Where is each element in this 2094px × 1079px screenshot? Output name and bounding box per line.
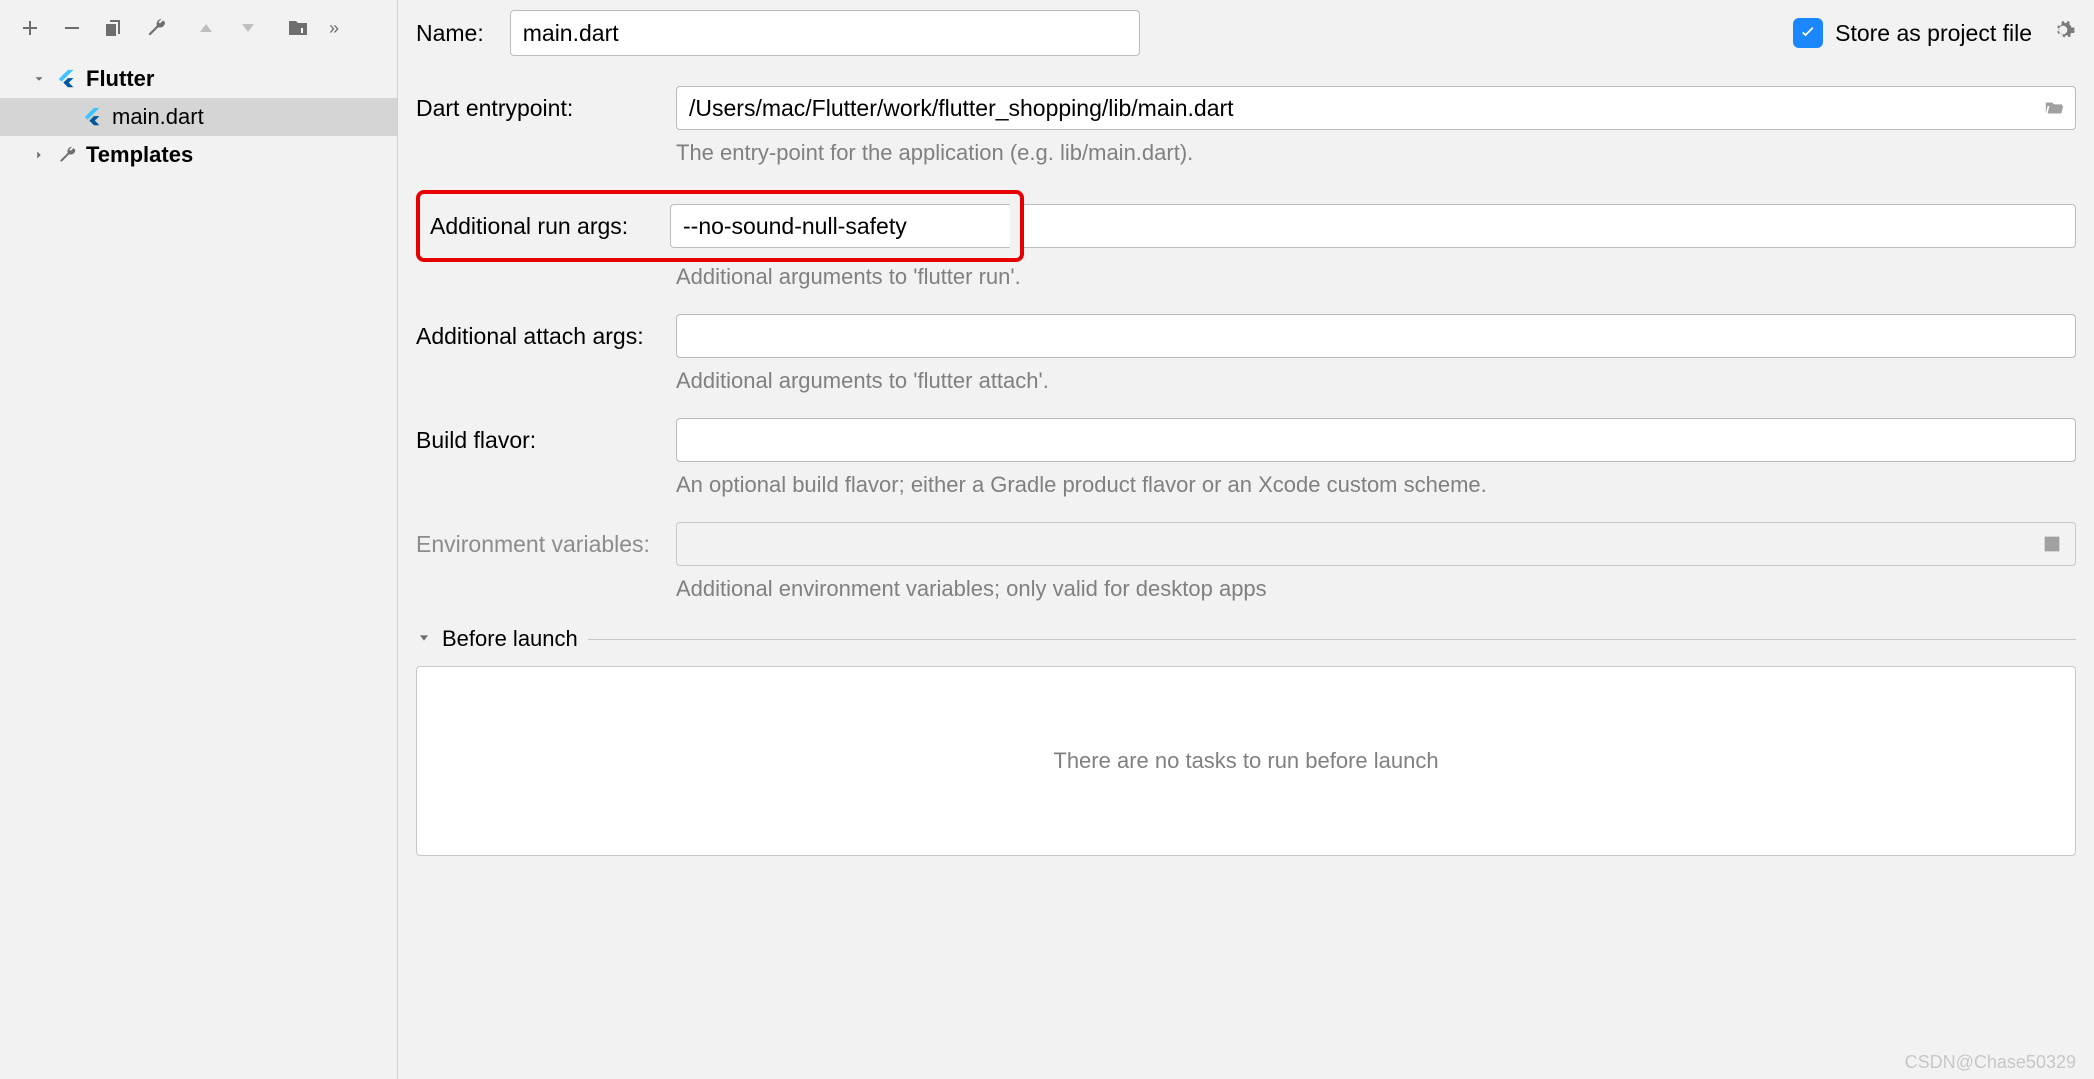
sidebar: » Flutter main.dart xyxy=(0,0,398,1079)
env-label: Environment variables: xyxy=(416,531,656,558)
tree-item-templates[interactable]: Templates xyxy=(0,136,397,174)
env-hint: Additional environment variables; only v… xyxy=(676,576,2076,602)
run-args-hint: Additional arguments to 'flutter run'. xyxy=(676,264,2076,290)
divider xyxy=(588,639,2076,640)
run-args-highlight: Additional run args: xyxy=(416,190,1024,262)
edit-button[interactable] xyxy=(138,10,174,46)
run-args-input-extension[interactable] xyxy=(1024,204,2076,248)
tree-label: main.dart xyxy=(112,104,204,130)
build-flavor-hint: An optional build flavor; either a Gradl… xyxy=(676,472,2076,498)
copy-button[interactable] xyxy=(96,10,132,46)
attach-args-input[interactable] xyxy=(676,314,2076,358)
chevron-double-right-icon: » xyxy=(329,18,339,39)
store-checkbox[interactable] xyxy=(1793,18,1823,48)
remove-button[interactable] xyxy=(54,10,90,46)
before-launch-title: Before launch xyxy=(442,626,578,652)
entrypoint-label: Dart entrypoint: xyxy=(416,95,656,122)
tree-label: Templates xyxy=(86,142,193,168)
folder-open-icon xyxy=(2043,97,2065,119)
empty-text: There are no tasks to run before launch xyxy=(1053,748,1438,774)
add-button[interactable] xyxy=(12,10,48,46)
folder-icon xyxy=(286,16,310,40)
gear-icon xyxy=(2050,17,2076,43)
watermark: CSDN@Chase50329 xyxy=(1905,1052,2076,1073)
chevron-right-icon xyxy=(30,148,48,162)
name-label: Name: xyxy=(416,20,484,47)
wrench-icon xyxy=(144,16,168,40)
store-gear-button[interactable] xyxy=(2050,17,2076,49)
config-tree: Flutter main.dart Templates xyxy=(0,58,397,1079)
name-input[interactable] xyxy=(510,10,1140,56)
triangle-up-icon xyxy=(194,16,218,40)
flutter-icon xyxy=(54,66,80,92)
move-down-button xyxy=(230,10,266,46)
attach-args-hint: Additional arguments to 'flutter attach'… xyxy=(676,368,2076,394)
folder-save-button[interactable] xyxy=(280,10,316,46)
build-flavor-input[interactable] xyxy=(676,418,2076,462)
before-launch-tasks: There are no tasks to run before launch xyxy=(416,666,2076,856)
sidebar-toolbar: » xyxy=(0,0,397,58)
wrench-icon xyxy=(54,142,80,168)
flutter-icon xyxy=(80,104,106,130)
env-list-button[interactable] xyxy=(2037,529,2067,559)
copy-icon xyxy=(102,16,126,40)
store-label: Store as project file xyxy=(1835,20,2032,47)
env-input xyxy=(676,522,2076,566)
chevron-down-icon xyxy=(30,72,48,86)
before-launch-header[interactable]: Before launch xyxy=(416,626,2076,652)
entrypoint-input[interactable] xyxy=(689,95,2031,122)
run-args-input[interactable] xyxy=(670,204,1010,248)
tree-item-flutter[interactable]: Flutter xyxy=(0,60,397,98)
browse-button[interactable] xyxy=(2039,93,2069,123)
run-args-label: Additional run args: xyxy=(420,213,670,240)
minus-icon xyxy=(60,16,84,40)
list-icon xyxy=(2041,533,2063,555)
move-up-button xyxy=(188,10,224,46)
check-icon xyxy=(1798,23,1818,43)
main-panel: Name: Store as project file Dart entrypo… xyxy=(398,0,2094,1079)
build-flavor-label: Build flavor: xyxy=(416,427,656,454)
triangle-down-icon xyxy=(416,626,432,652)
tree-item-main-dart[interactable]: main.dart xyxy=(0,98,397,136)
entrypoint-field-wrapper xyxy=(676,86,2076,130)
entrypoint-hint: The entry-point for the application (e.g… xyxy=(676,140,2076,166)
expand-toolbar-button[interactable]: » xyxy=(322,10,346,46)
attach-args-label: Additional attach args: xyxy=(416,323,656,350)
triangle-down-icon xyxy=(236,16,260,40)
tree-label: Flutter xyxy=(86,66,154,92)
plus-icon xyxy=(18,16,42,40)
